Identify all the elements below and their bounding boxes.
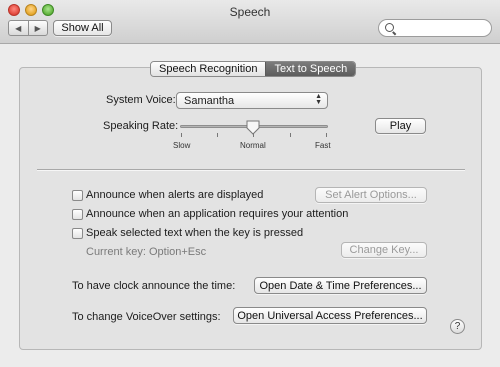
tick-label-normal: Normal (240, 141, 266, 150)
voiceover-label: To change VoiceOver settings: (72, 311, 221, 323)
tick-mark (217, 133, 218, 137)
show-all-button[interactable]: Show All (53, 20, 112, 36)
speak-selected-label: Speak selected text when the key is pres… (86, 227, 304, 239)
speak-selected-checkbox[interactable] (72, 228, 83, 239)
titlebar: Speech ◀ ▶ Show All (0, 0, 500, 44)
announce-attention-checkbox[interactable] (72, 209, 83, 220)
tick-mark (181, 133, 182, 137)
play-button[interactable]: Play (375, 118, 426, 134)
tab-speech-recognition[interactable]: Speech Recognition (151, 62, 266, 76)
open-date-time-button[interactable]: Open Date & Time Preferences... (254, 277, 427, 294)
system-voice-label: System Voice: (106, 94, 176, 106)
forward-button[interactable]: ▶ (27, 21, 48, 35)
triangle-right-icon: ▶ (34, 23, 41, 33)
tick-label-slow: Slow (173, 141, 191, 150)
help-button[interactable]: ? (450, 319, 465, 334)
help-icon: ? (454, 321, 461, 332)
announce-alerts-label: Announce when alerts are displayed (86, 189, 264, 201)
tick-mark (326, 133, 327, 137)
tick-label-fast: Fast (315, 141, 331, 150)
clock-label: To have clock announce the time: (72, 280, 236, 292)
tab-bar: Speech Recognition Text to Speech (150, 61, 357, 77)
nav-buttons: ◀ ▶ (8, 20, 48, 36)
system-voice-select[interactable]: Samantha ▲ ▼ (176, 92, 328, 109)
speech-window: Speech ◀ ▶ Show All Speech Recognition T… (0, 0, 500, 367)
announce-attention-label: Announce when an application requires yo… (86, 208, 349, 220)
triangle-left-icon: ◀ (15, 23, 22, 33)
tick-mark (253, 133, 254, 137)
window-title: Speech (229, 5, 271, 19)
announce-alerts-checkbox[interactable] (72, 190, 83, 201)
section-divider (37, 169, 465, 171)
search-icon (385, 23, 394, 32)
tab-text-to-speech[interactable]: Text to Speech (265, 62, 356, 76)
back-button[interactable]: ◀ (9, 21, 28, 35)
set-alert-options-button[interactable]: Set Alert Options... (315, 187, 427, 203)
open-universal-access-button[interactable]: Open Universal Access Preferences... (233, 307, 427, 324)
search-input[interactable] (378, 19, 492, 37)
tick-mark (290, 133, 291, 137)
speaking-rate-label: Speaking Rate: (103, 120, 179, 132)
updown-arrows-icon: ▲ ▼ (315, 93, 322, 106)
change-key-button[interactable]: Change Key... (341, 242, 427, 258)
current-key-text: Current key: Option+Esc (86, 246, 207, 258)
system-voice-value: Samantha (184, 94, 235, 107)
